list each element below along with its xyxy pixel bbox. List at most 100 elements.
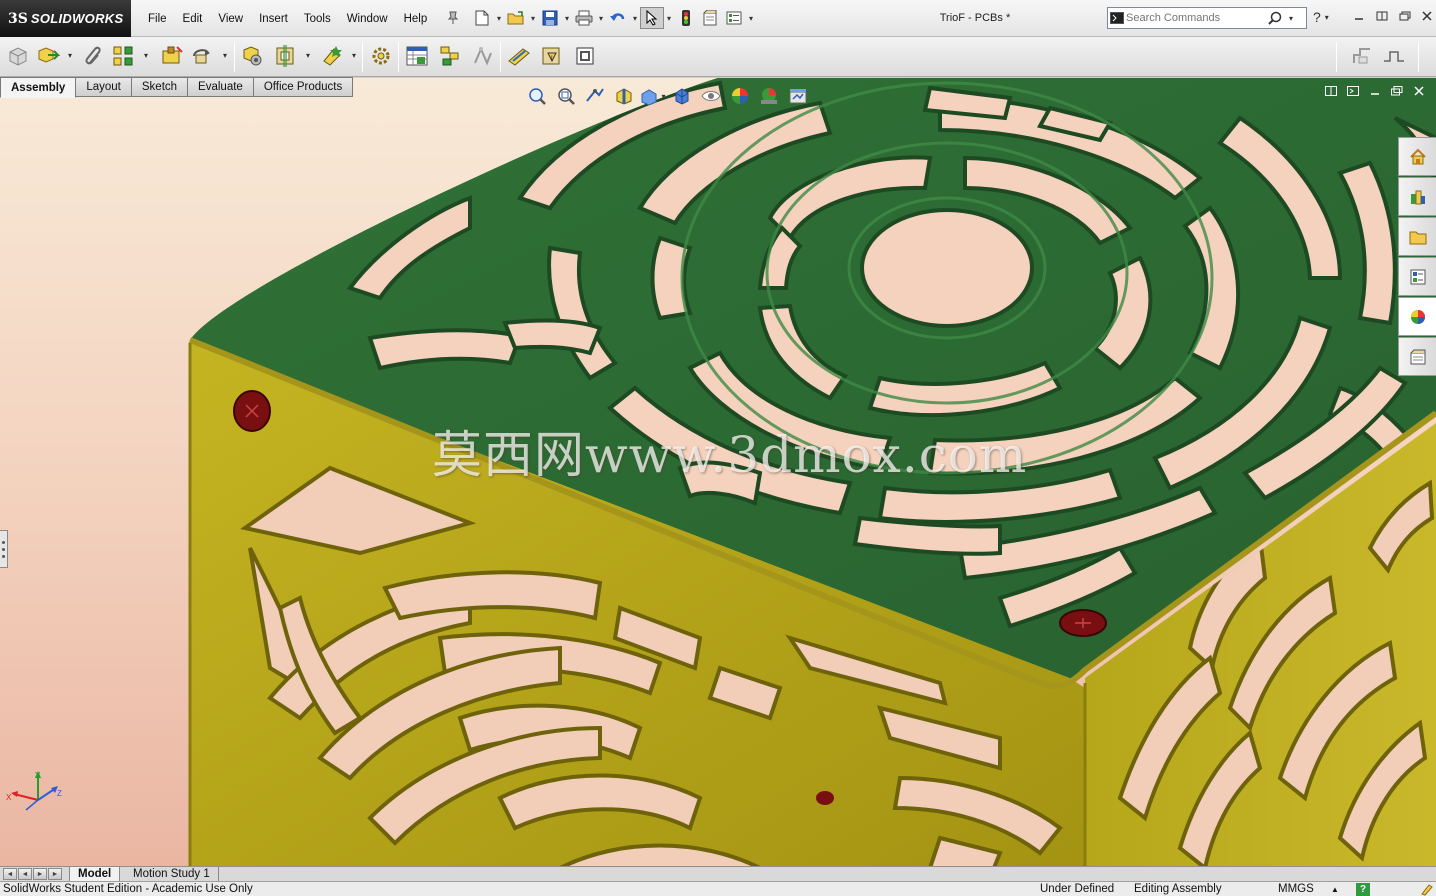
search-icon[interactable] bbox=[1264, 8, 1286, 28]
previous-view-icon[interactable] bbox=[580, 83, 609, 109]
first-tab-icon[interactable]: ◄ bbox=[3, 868, 17, 880]
open-folder-icon[interactable] bbox=[504, 7, 528, 29]
last-tab-icon[interactable]: ► bbox=[48, 868, 62, 880]
select-cursor-icon[interactable] bbox=[640, 7, 664, 29]
units-arrow-icon[interactable]: ▲ bbox=[1331, 885, 1339, 894]
menu-insert[interactable]: Insert bbox=[251, 13, 296, 25]
layout-sketch-icon[interactable] bbox=[1348, 42, 1376, 70]
large-assembly-mode-icon[interactable] bbox=[571, 42, 599, 70]
edit-component-icon[interactable] bbox=[4, 42, 32, 70]
explode-line-sketch-icon[interactable] bbox=[469, 42, 497, 70]
search-commands-box[interactable]: ▾ bbox=[1107, 7, 1307, 29]
split-horizontal-icon[interactable] bbox=[1342, 83, 1364, 99]
bill-of-materials-icon[interactable] bbox=[403, 42, 431, 70]
menu-bar: File Edit View Insert Tools Window Help bbox=[140, 0, 435, 37]
appearances-scenes-icon[interactable] bbox=[1398, 297, 1436, 336]
status-definition: Under Defined bbox=[1040, 883, 1115, 895]
custom-properties-icon[interactable] bbox=[1398, 337, 1436, 376]
tab-sketch[interactable]: Sketch bbox=[131, 77, 189, 97]
insert-components-icon[interactable] bbox=[34, 42, 62, 70]
show-hidden-components-icon[interactable] bbox=[239, 42, 267, 70]
zoom-to-area-icon[interactable] bbox=[551, 83, 580, 109]
reference-geometry-icon[interactable] bbox=[318, 42, 346, 70]
feature-manager-expand-handle[interactable] bbox=[0, 530, 8, 568]
instant3d-icon[interactable]: ! bbox=[538, 42, 566, 70]
chevron-down-icon[interactable]: ▾ bbox=[142, 51, 150, 60]
file-explorer-icon[interactable] bbox=[1398, 217, 1436, 256]
chevron-down-icon[interactable]: ▾ bbox=[66, 51, 74, 60]
new-motion-study-icon[interactable] bbox=[367, 42, 395, 70]
rebuild-traffic-light-icon[interactable] bbox=[674, 7, 698, 29]
chevron-down-icon[interactable]: ▾ bbox=[350, 51, 358, 60]
menu-file[interactable]: File bbox=[140, 13, 175, 25]
chevron-down-icon[interactable]: ▾ bbox=[630, 7, 640, 29]
tab-model[interactable]: Model bbox=[69, 867, 121, 881]
chevron-down-icon[interactable]: ▾ bbox=[304, 51, 312, 60]
linear-pattern-icon[interactable] bbox=[110, 42, 138, 70]
tab-office-products[interactable]: Office Products bbox=[253, 77, 354, 97]
menu-view[interactable]: View bbox=[210, 13, 251, 25]
assembly-features-icon[interactable] bbox=[272, 42, 300, 70]
chevron-down-icon[interactable]: ▾ bbox=[562, 7, 572, 29]
menu-window[interactable]: Window bbox=[339, 13, 396, 25]
mate-paperclip-icon[interactable] bbox=[80, 42, 108, 70]
previous-tab-icon[interactable]: ◄ bbox=[18, 868, 32, 880]
task-pane bbox=[1398, 137, 1436, 377]
new-document-icon[interactable] bbox=[470, 7, 494, 29]
help-button[interactable]: ? ▾ bbox=[1313, 7, 1343, 27]
chevron-down-icon[interactable]: ▾ bbox=[664, 7, 674, 29]
tile-button[interactable] bbox=[1373, 7, 1391, 25]
chevron-down-icon[interactable]: ▾ bbox=[494, 7, 504, 29]
chevron-down-icon[interactable]: ▾ bbox=[746, 7, 756, 29]
viewport-restore-icon[interactable] bbox=[1386, 83, 1408, 99]
minimize-button[interactable] bbox=[1350, 7, 1368, 25]
status-pencil-icon[interactable] bbox=[1420, 883, 1434, 896]
step-line-icon[interactable] bbox=[1380, 42, 1408, 70]
view-settings-icon[interactable] bbox=[783, 83, 812, 109]
viewport-minimize-icon[interactable] bbox=[1364, 83, 1386, 99]
tab-assembly[interactable]: Assembly bbox=[0, 77, 77, 98]
interference-detection-icon[interactable] bbox=[505, 42, 533, 70]
view-palette-icon[interactable] bbox=[1398, 257, 1436, 296]
move-component-icon[interactable] bbox=[188, 42, 216, 70]
graphics-area[interactable]: 莫西网www.3dmox.com ▾ Y X Z bbox=[0, 78, 1436, 866]
solidworks-logo[interactable]: 3S SOLIDWORKS bbox=[0, 0, 131, 37]
zoom-to-fit-icon[interactable] bbox=[522, 83, 551, 109]
hide-show-items-icon[interactable] bbox=[696, 83, 725, 109]
viewport-close-icon[interactable] bbox=[1408, 83, 1430, 99]
edit-appearance-icon[interactable] bbox=[725, 83, 754, 109]
tab-evaluate[interactable]: Evaluate bbox=[188, 77, 254, 97]
tab-layout[interactable]: Layout bbox=[76, 77, 132, 97]
save-icon[interactable] bbox=[538, 7, 562, 29]
quick-tips-help-icon[interactable]: ? bbox=[1356, 883, 1370, 896]
menu-edit[interactable]: Edit bbox=[175, 13, 211, 25]
pin-menu-icon[interactable] bbox=[447, 11, 459, 25]
view-orientation-icon[interactable]: ▾ bbox=[638, 83, 667, 109]
chevron-down-icon[interactable]: ▾ bbox=[221, 51, 229, 60]
chevron-down-icon[interactable]: ▾ bbox=[596, 7, 606, 29]
split-vertical-icon[interactable] bbox=[1320, 83, 1342, 99]
status-units[interactable]: MMGS bbox=[1278, 883, 1314, 895]
section-view-icon[interactable] bbox=[609, 83, 638, 109]
viewport-controls bbox=[1320, 83, 1430, 99]
next-tab-icon[interactable]: ► bbox=[33, 868, 47, 880]
menu-tools[interactable]: Tools bbox=[296, 13, 339, 25]
restore-button[interactable] bbox=[1396, 7, 1414, 25]
undo-icon[interactable] bbox=[606, 7, 630, 29]
display-style-icon[interactable] bbox=[667, 83, 696, 109]
smart-fasteners-icon[interactable] bbox=[158, 42, 186, 70]
exploded-view-icon[interactable] bbox=[436, 42, 464, 70]
close-button[interactable] bbox=[1418, 7, 1436, 25]
logo-text: SOLIDWORKS bbox=[30, 11, 124, 26]
chevron-down-icon[interactable]: ▾ bbox=[1286, 14, 1296, 23]
options-icon[interactable] bbox=[722, 7, 746, 29]
print-icon[interactable] bbox=[572, 7, 596, 29]
solidworks-resources-icon[interactable] bbox=[1398, 137, 1436, 176]
search-input[interactable] bbox=[1126, 12, 1264, 24]
file-properties-icon[interactable] bbox=[698, 7, 722, 29]
menu-help[interactable]: Help bbox=[396, 13, 436, 25]
tab-motion-study-1[interactable]: Motion Study 1 bbox=[125, 867, 219, 881]
chevron-down-icon[interactable]: ▾ bbox=[528, 7, 538, 29]
design-library-icon[interactable] bbox=[1398, 177, 1436, 216]
apply-scene-icon[interactable] bbox=[754, 83, 783, 109]
